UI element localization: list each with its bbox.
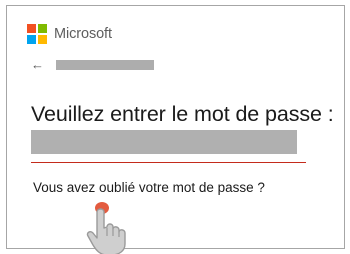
hand-pointer-icon xyxy=(86,202,126,254)
logo-square-green xyxy=(38,24,47,33)
sign-in-card: Microsoft ← Veuillez entrer le mot de pa… xyxy=(6,5,345,254)
microsoft-logo-icon xyxy=(27,24,47,44)
arrow-left-icon[interactable]: ← xyxy=(31,58,45,72)
logo-square-blue xyxy=(27,35,36,44)
brand-name: Microsoft xyxy=(54,26,112,42)
password-field-underline xyxy=(31,162,306,163)
identity-row: ← xyxy=(31,58,154,72)
hand-shape xyxy=(86,208,126,254)
identity-redacted xyxy=(56,60,154,70)
forgot-password-link[interactable]: Vous avez oublié votre mot de passe ? xyxy=(33,180,265,195)
logo-square-yellow xyxy=(38,35,47,44)
password-field[interactable] xyxy=(31,130,297,154)
logo-square-red xyxy=(27,24,36,33)
page-title: Veuillez entrer le mot de passe : xyxy=(31,102,334,126)
brand: Microsoft xyxy=(27,24,112,44)
